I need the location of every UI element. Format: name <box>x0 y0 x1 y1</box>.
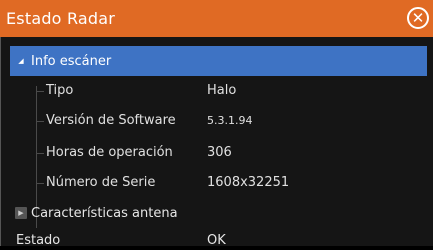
tree-item-serial-number[interactable]: Número de Serie 1608x32251 <box>10 168 427 198</box>
dialog-titlebar: Estado Radar ✕ <box>0 0 433 37</box>
dialog-content: ◢ Info escáner Tipo Halo Versión de Soft… <box>0 37 433 248</box>
tree-section-partial[interactable]: Estado OK <box>10 230 427 250</box>
collapsed-triangle-icon[interactable]: ▶ <box>15 207 27 219</box>
tree-branch-line <box>36 91 44 92</box>
tree-item-type[interactable]: Tipo Halo <box>10 76 427 106</box>
item-value: 5.3.1.94 <box>207 114 253 127</box>
tree-branch-line <box>36 153 44 154</box>
close-icon: ✕ <box>411 8 425 27</box>
radar-status-dialog: Estado Radar ✕ ◢ Info escáner Tipo Halo … <box>0 0 433 248</box>
item-label: Tipo <box>46 83 74 98</box>
section-label: Estado <box>16 233 61 248</box>
item-label: Número de Serie <box>46 175 156 190</box>
item-value: Halo <box>207 83 237 98</box>
tree-branch-line <box>36 183 44 184</box>
close-button[interactable]: ✕ <box>407 7 429 29</box>
tree-section-antenna[interactable]: ▶ Características antena <box>10 198 427 228</box>
tree-item-software-version[interactable]: Versión de Software 5.3.1.94 <box>10 106 427 136</box>
tree-branch-line <box>36 121 44 122</box>
dialog-title: Estado Radar <box>6 9 116 28</box>
section-label: Características antena <box>31 205 178 221</box>
tree-item-operating-hours[interactable]: Horas de operación 306 <box>10 138 427 168</box>
item-value: 306 <box>207 145 232 160</box>
item-value: 1608x32251 <box>207 175 290 190</box>
item-label: Versión de Software <box>46 113 176 128</box>
tree-section-scanner-info[interactable]: ◢ Info escáner <box>10 46 427 76</box>
item-label: Horas de operación <box>46 145 173 160</box>
expanded-triangle-icon[interactable]: ◢ <box>15 55 27 67</box>
section-label: Info escáner <box>31 53 112 69</box>
